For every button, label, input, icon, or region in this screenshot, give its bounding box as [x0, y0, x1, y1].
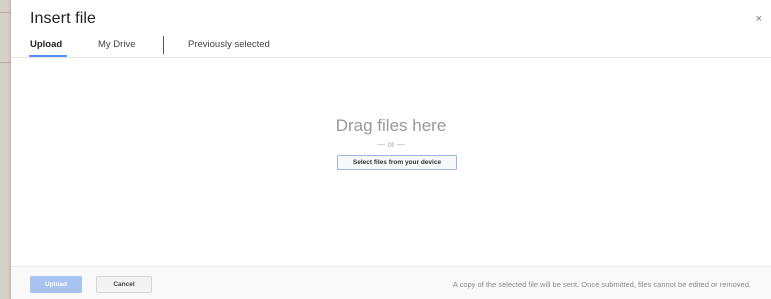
dialog-title: Insert file: [30, 10, 97, 27]
tab-divider: [163, 36, 164, 54]
page-edge-mark: [0, 62, 11, 63]
drag-files-heading: Drag files here: [335, 116, 447, 135]
background-page-edge: [0, 0, 11, 299]
select-files-button[interactable]: Select files from your device: [337, 155, 457, 170]
or-separator: — or —: [377, 140, 405, 149]
insert-file-dialog: Insert file × Upload My Drive Previously…: [11, 0, 771, 299]
tab-bar: Upload My Drive Previously selected: [11, 33, 771, 57]
footer-note: A copy of the selected file will be sent…: [452, 280, 751, 289]
tab-upload[interactable]: Upload: [30, 39, 62, 50]
tab-previously-selected[interactable]: Previously selected: [188, 39, 270, 50]
dialog-footer: Upload Cancel A copy of the selected fil…: [11, 267, 771, 299]
page-edge-mark: [0, 12, 11, 13]
tab-my-drive[interactable]: My Drive: [98, 39, 135, 50]
cancel-button[interactable]: Cancel: [96, 276, 152, 293]
upload-button[interactable]: Upload: [30, 276, 82, 293]
drop-zone[interactable]: Drag files here — or — Select files from…: [11, 58, 771, 266]
close-icon[interactable]: ×: [756, 14, 762, 25]
